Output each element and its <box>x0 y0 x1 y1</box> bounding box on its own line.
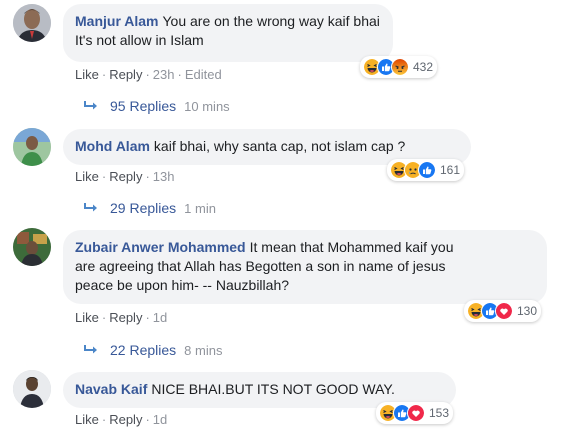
comment-bubble: Zubair Anwer Mohammed It mean that Mohamm… <box>63 230 547 304</box>
reactions-summary[interactable]: 432 <box>360 56 438 78</box>
angry-icon <box>391 58 409 76</box>
view-replies[interactable]: 95 Replies 10 mins <box>84 98 230 114</box>
reply-arrow-icon <box>84 203 98 213</box>
view-replies[interactable]: 29 Replies 1 min <box>84 200 216 216</box>
comment-text: kaif bhai, why santa cap, not islam cap … <box>153 138 406 154</box>
comment-text: You are on the wrong way kaif bhai <box>162 13 380 29</box>
replies-time: 1 min <box>184 200 216 216</box>
comment-author[interactable]: Navab Kaif <box>75 381 147 397</box>
timestamp[interactable]: 23h <box>153 67 175 82</box>
comment-actions: Like · Reply · 1d <box>75 412 168 427</box>
replies-count[interactable]: 22 Replies <box>110 342 176 358</box>
comment-text: peace be upon him- -- Nauzbillah? <box>75 277 290 293</box>
love-icon <box>495 302 513 320</box>
like-link[interactable]: Like <box>75 67 99 82</box>
replies-time: 8 mins <box>184 342 223 358</box>
avatar[interactable] <box>13 128 51 166</box>
reactions-summary[interactable]: 161 <box>387 159 465 181</box>
like-link[interactable]: Like <box>75 169 99 184</box>
comment-text: are agreeing that Allah has Begotten a s… <box>75 258 446 274</box>
reaction-count: 161 <box>440 163 461 177</box>
replies-count[interactable]: 29 Replies <box>110 200 176 216</box>
reply-arrow-icon <box>84 345 98 355</box>
reactions-summary[interactable]: 153 <box>376 402 454 424</box>
timestamp[interactable]: 1d <box>153 310 167 325</box>
comment-author[interactable]: Mohd Alam <box>75 138 150 154</box>
replies-time: 10 mins <box>184 98 230 114</box>
comment-actions: Like · Reply · 1d <box>75 310 168 325</box>
reply-arrow-icon <box>84 101 98 111</box>
reaction-count: 432 <box>413 60 434 74</box>
reply-link[interactable]: Reply <box>109 67 142 82</box>
timestamp[interactable]: 1d <box>153 412 167 427</box>
view-replies[interactable]: 22 Replies 8 mins <box>84 342 222 358</box>
comment-bubble: Manjur Alam You are on the wrong way kaif… <box>63 4 393 62</box>
love-icon <box>407 404 425 422</box>
avatar[interactable] <box>13 370 51 408</box>
timestamp[interactable]: 13h <box>153 169 175 184</box>
reply-link[interactable]: Reply <box>109 310 142 325</box>
like-link[interactable]: Like <box>75 310 99 325</box>
avatar[interactable] <box>13 4 51 42</box>
reply-link[interactable]: Reply <box>109 169 142 184</box>
reactions-summary[interactable]: 130 <box>464 300 542 322</box>
comment-text: It's not allow in Islam <box>75 32 204 48</box>
comment-text: It mean that Mohammed kaif you <box>249 239 454 255</box>
reaction-count: 130 <box>517 304 538 318</box>
reply-link[interactable]: Reply <box>109 412 142 427</box>
replies-count[interactable]: 95 Replies <box>110 98 176 114</box>
reaction-count: 153 <box>429 406 450 420</box>
avatar[interactable] <box>13 228 51 266</box>
edited-label[interactable]: Edited <box>185 67 222 82</box>
comment-author[interactable]: Zubair Anwer Mohammed <box>75 239 246 255</box>
comment-text: NICE BHAI.BUT ITS NOT GOOD WAY. <box>151 381 395 397</box>
like-icon <box>418 161 436 179</box>
comment-actions: Like · Reply · 13h <box>75 169 175 184</box>
comment-author[interactable]: Manjur Alam <box>75 13 159 29</box>
comment-actions: Like · Reply · 23h · Edited <box>75 67 222 82</box>
like-link[interactable]: Like <box>75 412 99 427</box>
